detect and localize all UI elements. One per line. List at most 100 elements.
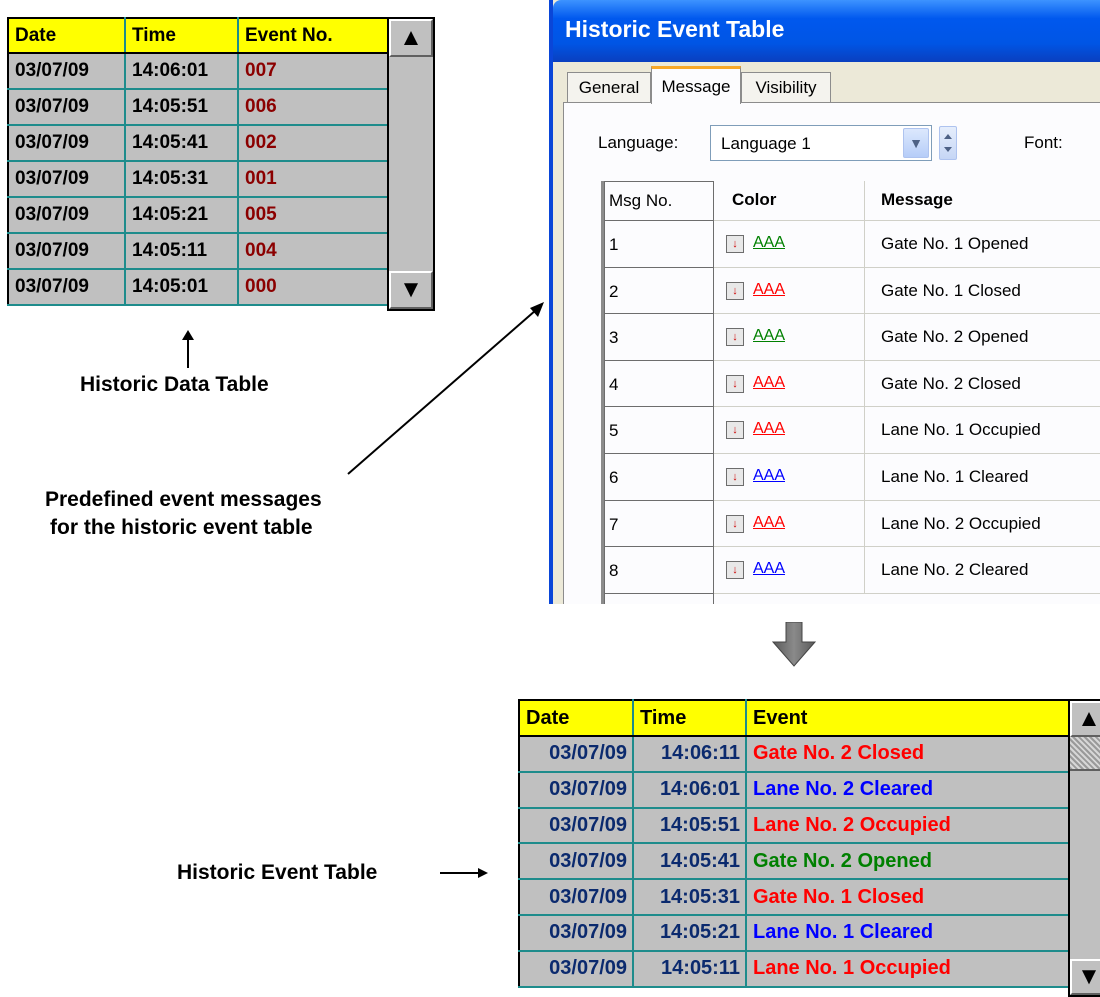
table-row: 03/07/09 14:05:21 005	[7, 196, 389, 234]
grid-header-msg-no[interactable]: Msg No.	[604, 181, 714, 221]
spin-updown-icon[interactable]	[939, 126, 957, 160]
historic-event-table: Date Time Event 03/07/09 14:06:11 Gate No.…	[518, 699, 1070, 988]
grid-cell-message[interactable]: Gate No. 2 Opened	[864, 314, 1100, 361]
grid-header-message-label: Message	[881, 190, 953, 209]
grid-header-color[interactable]: Color	[714, 181, 864, 221]
color-dropdown-icon[interactable]: ↓	[726, 561, 744, 580]
grid-cell-message[interactable]: Lane No. 1 Cleared	[864, 454, 1100, 501]
grid-cell-message[interactable]: Gate No. 2 Closed	[864, 360, 1100, 408]
data-table-scrollbar[interactable]: ▲ ▼	[387, 17, 435, 311]
grid-cell-msg-no[interactable]: 4	[604, 360, 714, 408]
cell-time: 14:06:11	[632, 735, 747, 773]
color-dropdown-icon[interactable]: ↓	[726, 514, 744, 533]
grid-row[interactable]: 4 ↓ AAA Gate No. 2 Closed	[604, 360, 1100, 408]
grid-row[interactable]: 6 ↓ AAA Lane No. 1 Cleared	[604, 454, 1100, 501]
table-row: 03/07/09 14:05:51 Lane No. 2 Occupied	[518, 806, 1070, 845]
language-select[interactable]: Language 1 ▼	[710, 125, 932, 161]
cell-time: 14:05:41	[632, 842, 747, 881]
grid-cell-msg-no[interactable]: 3	[604, 314, 714, 361]
tab-general[interactable]: General	[567, 72, 651, 102]
pointer-arrow-icon	[347, 302, 544, 475]
grid-cell-color[interactable]: ↓ AAA	[714, 407, 864, 454]
grid-header-color-label: Color	[732, 190, 777, 209]
grid-row[interactable]: 7 ↓ AAA Lane No. 2 Occupied	[604, 500, 1100, 548]
grid-cell-msg-no[interactable]: 8	[604, 547, 714, 594]
grid-cell-msg-no[interactable]: 7	[604, 500, 714, 548]
cell-time: 14:05:31	[124, 160, 239, 198]
grid-header-msg-no-label: Msg No.	[609, 191, 673, 210]
column-header-time: Time	[632, 699, 747, 737]
color-dropdown-icon[interactable]: ↓	[726, 421, 744, 440]
grid-cell-msg-no[interactable]: 1	[604, 221, 714, 268]
cell-event: Lane No. 2 Occupied	[745, 806, 1070, 845]
grid-header-message[interactable]: Message	[864, 181, 1100, 221]
grid-cell-message[interactable]: Gate No. 1 Opened	[864, 221, 1100, 268]
grid-cell-msg-no-text: 3	[609, 328, 619, 348]
grid-cell-color[interactable]: ↓ AAA	[714, 268, 864, 315]
grid-row[interactable]: 1 ↓ AAA Gate No. 1 Opened	[604, 221, 1100, 268]
grid-cell-message[interactable]: Lane No. 2 Occupied	[864, 500, 1100, 548]
scroll-up-button[interactable]: ▲	[1070, 701, 1100, 737]
cell-date: 03/07/09	[7, 124, 126, 162]
column-header-event-no: Event No.	[237, 17, 389, 54]
historic-data-table: Date Time Event No. 03/07/09 14:06:01 007 0…	[7, 17, 389, 306]
cell-date: 03/07/09	[7, 52, 126, 90]
grid-cell-msg-no-text: 6	[609, 468, 619, 487]
annotation-line-2: for the historic event table	[50, 516, 313, 539]
cell-date: 03/07/09	[518, 913, 634, 952]
grid-cell-color[interactable]: ↓ AAA	[714, 221, 864, 268]
table-row: 03/07/09 14:05:31 Gate No. 1 Closed	[518, 878, 1070, 916]
dialog-title: Historic Event Table	[565, 16, 785, 42]
dialog-titlebar[interactable]: Historic Event Table	[553, 0, 1100, 62]
grid-cell-color[interactable]: ↓ AAA	[714, 314, 864, 361]
cell-date: 03/07/09	[7, 196, 126, 234]
table-row: 03/07/09 14:06:01 007	[7, 52, 389, 90]
scroll-down-button[interactable]: ▼	[1070, 959, 1100, 995]
color-dropdown-icon[interactable]: ↓	[726, 468, 744, 486]
grid-cell-color[interactable]: ↓ AAA	[714, 501, 864, 548]
grid-row[interactable]: 2 ↓ AAA Gate No. 1 Closed	[604, 267, 1100, 315]
table-row: 03/07/09 14:05:51 006	[7, 88, 389, 126]
cell-date: 03/07/09	[7, 268, 126, 306]
cell-date: 03/07/09	[7, 160, 126, 198]
scroll-up-button[interactable]: ▲	[389, 19, 433, 57]
event-table-scrollbar[interactable]: ▲ ▼	[1068, 699, 1100, 997]
historic-event-table-caption: Historic Event Table	[177, 861, 378, 884]
color-dropdown-icon[interactable]: ↓	[726, 235, 744, 253]
grid-cell-message-text: Lane No. 1 Occupied	[881, 420, 1041, 440]
message-grid: Msg No. Color Message 1 ↓ AAA Gate No. 1 Op…	[601, 181, 1100, 604]
chevron-down-icon[interactable]: ▼	[903, 128, 929, 158]
tab-visibility[interactable]: Visibility	[741, 72, 831, 102]
grid-row[interactable]: 3 ↓ AAA Gate No. 2 Opened	[604, 314, 1100, 361]
color-dropdown-icon[interactable]: ↓	[726, 281, 744, 300]
cell-event-no: 004	[237, 232, 389, 270]
color-sample-text: AAA	[753, 420, 786, 438]
cell-event-no: 002	[237, 124, 389, 162]
grid-cell-msg-no[interactable]: 2	[604, 267, 714, 315]
cell-time: 14:05:21	[124, 196, 239, 234]
arrow-up-icon	[182, 330, 194, 368]
historic-data-table-caption: Historic Data Table	[80, 373, 269, 396]
grid-cell-msg-no[interactable]: 5	[604, 407, 714, 454]
column-header-date: Date	[518, 699, 634, 737]
tab-message[interactable]: Message	[651, 66, 741, 104]
color-dropdown-icon[interactable]: ↓	[726, 374, 744, 393]
cell-event: Gate No. 1 Closed	[745, 878, 1070, 916]
cell-time: 14:05:11	[632, 949, 747, 988]
cell-time: 14:05:51	[632, 806, 747, 845]
grid-row[interactable]: 8 ↓ AAA Lane No. 2 Cleared	[604, 547, 1100, 594]
grid-cell-message[interactable]: Gate No. 1 Closed	[864, 267, 1100, 315]
grid-cell-message[interactable]: Lane No. 2 Cleared	[864, 547, 1100, 594]
tab-general-label: General	[578, 77, 640, 97]
grid-cell-color[interactable]: ↓ AAA	[714, 361, 864, 408]
grid-cell-color[interactable]: ↓ AAA	[714, 454, 864, 501]
cell-time: 14:06:01	[124, 52, 239, 90]
grid-cell-msg-no[interactable]: 6	[604, 454, 714, 501]
grid-cell-message-text: Lane No. 2 Occupied	[881, 513, 1041, 533]
scroll-thumb[interactable]	[1070, 737, 1100, 771]
grid-cell-color[interactable]: ↓ AAA	[714, 547, 864, 594]
grid-cell-message[interactable]: Lane No. 1 Occupied	[864, 407, 1100, 454]
grid-cell-msg-no-text: 8	[609, 561, 619, 581]
grid-row[interactable]: 5 ↓ AAA Lane No. 1 Occupied	[604, 407, 1100, 454]
color-dropdown-icon[interactable]: ↓	[726, 328, 744, 347]
